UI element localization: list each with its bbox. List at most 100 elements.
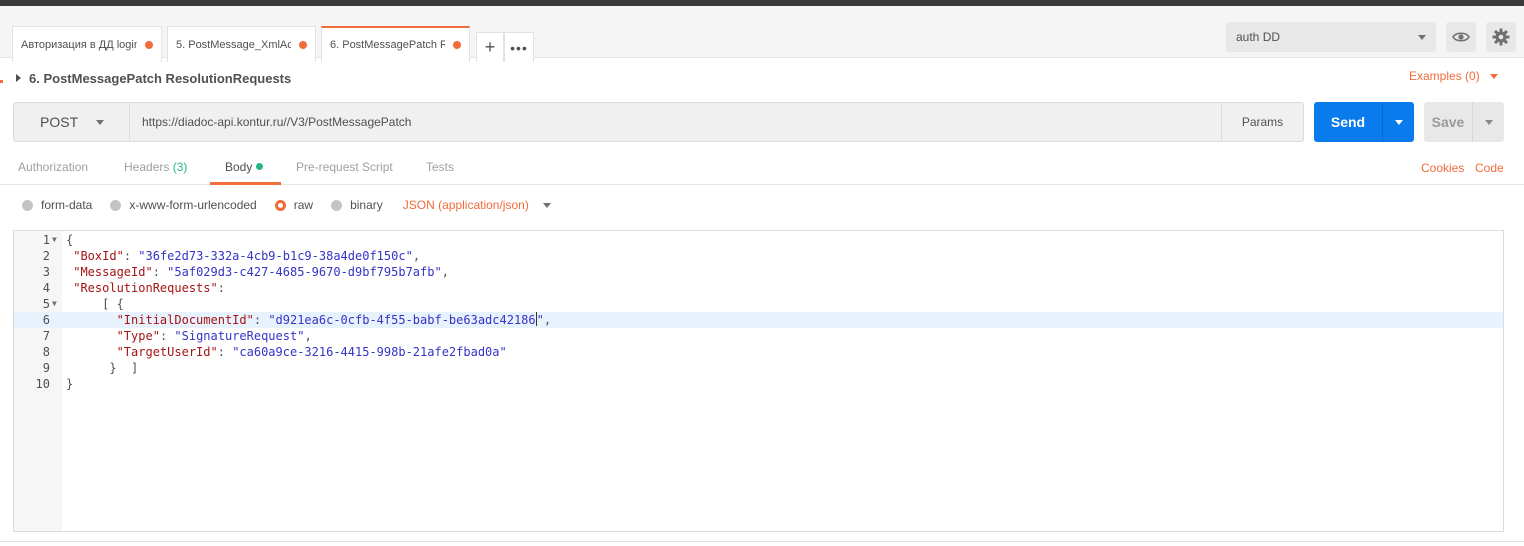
- tab-label: 6. PostMessagePatch R: [330, 39, 445, 51]
- unsaved-dot-icon: [453, 41, 461, 49]
- line-number: 3: [42, 265, 50, 279]
- tab-postmessage-xmlact[interactable]: 5. PostMessage_XmlAct: [167, 26, 316, 62]
- radio-raw[interactable]: raw: [274, 198, 314, 212]
- save-button[interactable]: Save: [1424, 102, 1504, 142]
- send-options-button[interactable]: [1382, 102, 1414, 142]
- environment-selected-label: auth DD: [1236, 30, 1281, 44]
- code-text: "TargetUserId": "ca60a9ce-3216-4415-998b…: [116, 345, 507, 359]
- content-type-label: JSON (application/json): [402, 198, 529, 212]
- sidebar-edge-marker: [0, 80, 3, 83]
- code-text: "BoxId": "36fe2d73-332a-4cb9-b1c9-38a4de…: [73, 249, 421, 263]
- code-text: {: [66, 233, 74, 247]
- environment-quick-look-button[interactable]: [1446, 22, 1476, 52]
- unsaved-dot-icon: [145, 40, 153, 49]
- environment-select[interactable]: auth DD: [1226, 22, 1436, 52]
- editor-line: 2 "BoxId": "36fe2d73-332a-4cb9-b1c9-38a4…: [14, 248, 1503, 264]
- line-number: 7: [42, 329, 50, 343]
- headers-count-badge: (3): [172, 160, 188, 174]
- chevron-down-icon: [1489, 73, 1498, 79]
- radio-icon: [331, 199, 343, 211]
- params-button[interactable]: Params: [1221, 103, 1303, 141]
- tab-headers-label: Headers: [124, 160, 170, 174]
- tab-tests[interactable]: Tests: [426, 160, 454, 185]
- more-tabs-button[interactable]: •••: [504, 32, 534, 62]
- more-icon: •••: [510, 39, 528, 56]
- radio-icon: [110, 199, 122, 211]
- request-title: 6. PostMessagePatch ResolutionRequests: [29, 70, 292, 86]
- radio-form-data-label: form-data: [41, 198, 93, 212]
- radio-urlencoded[interactable]: x-www-form-urlencoded: [110, 198, 257, 212]
- line-number: 8: [42, 345, 50, 359]
- plus-icon: +: [484, 37, 496, 57]
- tab-label: 5. PostMessage_XmlAct: [176, 38, 291, 51]
- save-options-button[interactable]: [1472, 102, 1504, 142]
- manage-environments-button[interactable]: [1486, 22, 1516, 52]
- tab-pre-request-script[interactable]: Pre-request Script: [296, 160, 393, 185]
- tab-bar: Авторизация в ДД login 5. PostMessage_Xm…: [0, 6, 1524, 62]
- radio-binary-label: binary: [350, 198, 383, 212]
- editor-line: 1 ▼ {: [14, 232, 1503, 248]
- fold-arrow-icon[interactable]: ▼: [52, 232, 57, 248]
- code-text: "ResolutionRequests":: [73, 281, 225, 295]
- chevron-down-icon: [1394, 119, 1403, 125]
- caret-right-icon: [16, 74, 21, 82]
- tab-headers[interactable]: Headers (3): [124, 160, 187, 185]
- request-title-row[interactable]: 6. PostMessagePatch ResolutionRequests: [16, 68, 291, 88]
- gear-icon: [1492, 28, 1510, 46]
- tab-auth-login[interactable]: Авторизация в ДД login: [12, 26, 162, 62]
- send-label: Send: [1330, 114, 1366, 130]
- body-type-selector: form-data x-www-form-urlencoded raw bina…: [22, 196, 551, 214]
- tab-label: Авторизация в ДД login: [21, 38, 137, 51]
- new-tab-button[interactable]: +: [476, 32, 504, 62]
- request-tabs: Authorization Headers (3) Body Pre-reque…: [0, 150, 1524, 185]
- examples-label: Examples (0): [1409, 69, 1480, 83]
- url-input[interactable]: https://diadoc-api.kontur.ru//V3/PostMes…: [130, 103, 1221, 141]
- content-type-select[interactable]: JSON (application/json): [403, 198, 551, 212]
- line-number: 10: [35, 377, 50, 391]
- editor-line: 4 "ResolutionRequests":: [14, 280, 1503, 296]
- radio-urlencoded-label: x-www-form-urlencoded: [129, 198, 257, 212]
- tab-postmessagepatch[interactable]: 6. PostMessagePatch R: [321, 26, 470, 62]
- line-number: 4: [42, 281, 50, 295]
- body-set-dot-icon: [256, 163, 264, 170]
- code-link[interactable]: Code: [1475, 161, 1504, 175]
- unsaved-dot-icon: [299, 40, 307, 49]
- fold-arrow-icon[interactable]: ▼: [52, 296, 57, 312]
- request-url-bar: POST https://diadoc-api.kontur.ru//V3/Po…: [13, 102, 1304, 142]
- radio-icon: [22, 199, 33, 211]
- chevron-down-icon: [96, 119, 105, 125]
- editor-line: 3 "MessageId": "5af029d3-c427-4685-9670-…: [14, 264, 1503, 280]
- code-editor[interactable]: 1 ▼ { 2 "BoxId": "36fe2d73-332a-4cb9-b1c…: [13, 230, 1504, 532]
- line-number: 2: [42, 249, 50, 263]
- method-select[interactable]: POST: [14, 103, 130, 141]
- editor-line: 8 "TargetUserId": "ca60a9ce-3216-4415-99…: [14, 344, 1503, 360]
- radio-selected-icon: [274, 199, 286, 211]
- tab-body[interactable]: Body: [210, 160, 281, 185]
- chevron-down-icon: [1484, 119, 1493, 125]
- code-text: "InitialDocumentId": "d921ea6c-0cfb-4f55…: [116, 312, 552, 327]
- editor-line: 5 ▼ [ {: [14, 296, 1503, 312]
- chevron-down-icon: [1418, 34, 1426, 40]
- cookies-link[interactable]: Cookies: [1421, 161, 1464, 175]
- method-label: POST: [40, 114, 79, 130]
- eye-icon: [1452, 32, 1470, 42]
- chevron-down-icon: [542, 202, 551, 208]
- radio-raw-label: raw: [293, 198, 314, 212]
- radio-binary[interactable]: binary: [331, 198, 383, 212]
- tab-body-label: Body: [225, 160, 253, 174]
- code-text: }: [66, 377, 74, 391]
- radio-form-data[interactable]: form-data: [22, 198, 92, 212]
- line-number: 9: [42, 361, 50, 375]
- editor-line-active: 6 "InitialDocumentId": "d921ea6c-0cfb-4f…: [14, 312, 1503, 328]
- divider: [0, 541, 1524, 542]
- code-text: "MessageId": "5af029d3-c427-4685-9670-d9…: [73, 265, 449, 279]
- save-label: Save: [1431, 114, 1465, 130]
- tab-authorization[interactable]: Authorization: [18, 160, 88, 185]
- examples-dropdown[interactable]: Examples (0): [1409, 69, 1498, 83]
- editor-line: 10 }: [14, 376, 1503, 392]
- code-text: [ {: [102, 297, 124, 311]
- code-text: } ]: [109, 361, 139, 375]
- code-text: "Type": "SignatureRequest",: [116, 329, 312, 343]
- editor-line: 7 "Type": "SignatureRequest",: [14, 328, 1503, 344]
- send-button[interactable]: Send: [1314, 102, 1414, 142]
